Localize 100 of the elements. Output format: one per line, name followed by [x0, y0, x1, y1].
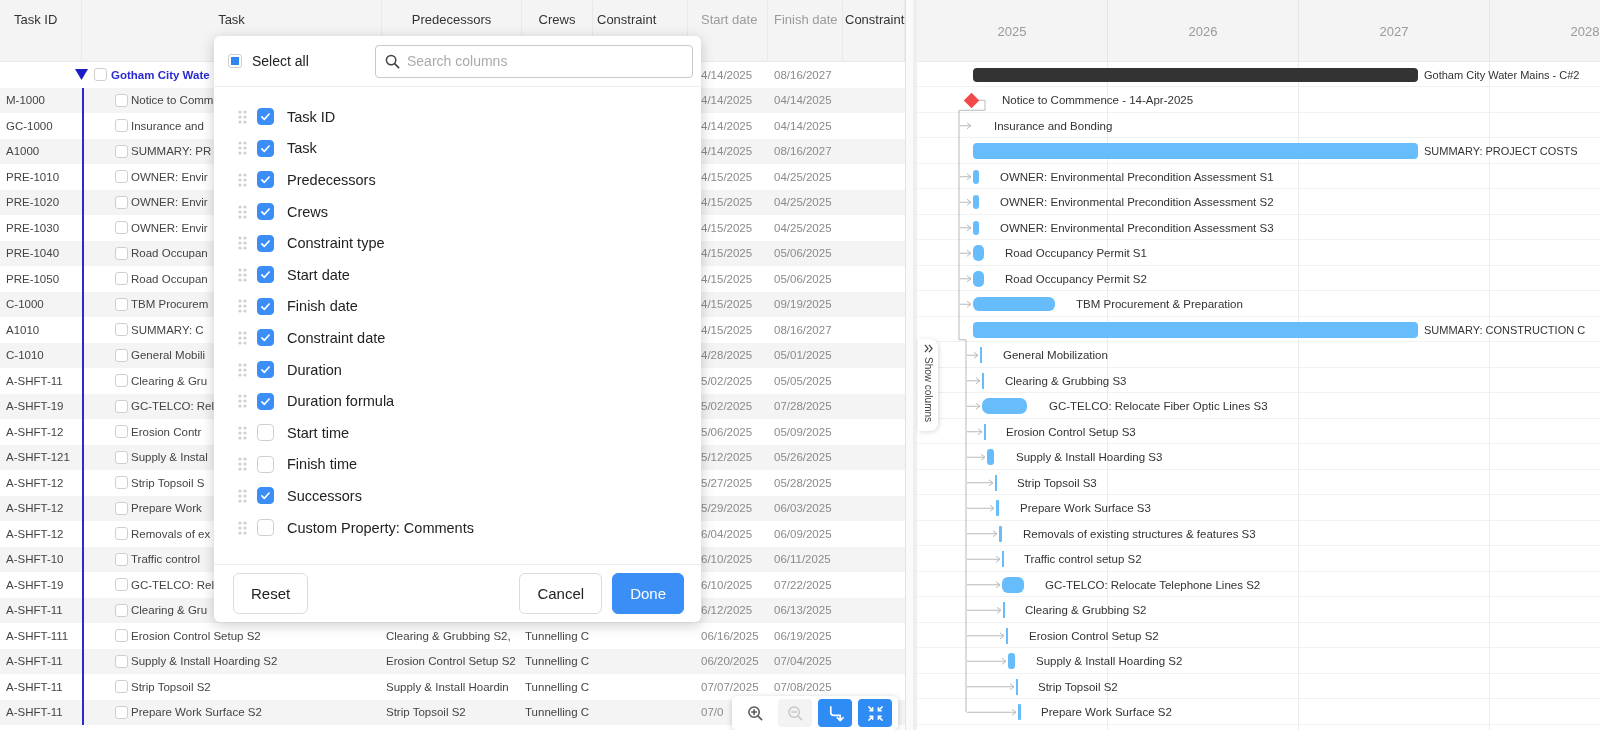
- row-checkbox[interactable]: [115, 144, 128, 158]
- bar-label: OWNER: Environmental Precondition Assessment S2: [1000, 195, 1274, 210]
- pane-splitter[interactable]: [905, 0, 917, 730]
- row-checkbox[interactable]: [115, 603, 128, 617]
- drag-handle-icon[interactable]: [238, 425, 247, 440]
- drag-handle-icon[interactable]: [238, 267, 247, 282]
- row-checkbox[interactable]: [115, 629, 128, 643]
- search-field[interactable]: Search columns: [375, 44, 693, 78]
- drag-handle-icon[interactable]: [238, 394, 247, 409]
- row-checkbox[interactable]: [115, 246, 128, 260]
- dependency-arrow: [959, 249, 972, 257]
- dependency-toggle-button[interactable]: [818, 699, 852, 727]
- finish-date: 05/09/2025: [774, 424, 832, 439]
- row-checkbox[interactable]: [115, 170, 128, 184]
- column-checkbox[interactable]: [257, 266, 274, 284]
- column-checkbox[interactable]: [257, 234, 274, 252]
- project-bar[interactable]: [973, 67, 1418, 82]
- row-checkbox[interactable]: [115, 348, 128, 362]
- task-id: A-SHFT-11: [6, 679, 63, 694]
- column-checkbox[interactable]: [257, 424, 274, 442]
- drag-handle-icon[interactable]: [238, 488, 247, 503]
- row-checkbox[interactable]: [115, 195, 128, 209]
- row-checkbox[interactable]: [115, 450, 128, 464]
- row-checkbox[interactable]: [115, 654, 128, 668]
- predecessors: Erosion Control Setup S2: [386, 654, 516, 669]
- drag-handle-icon[interactable]: [238, 299, 247, 314]
- drag-handle-icon[interactable]: [238, 236, 247, 251]
- task-name: Notice to Comm: [131, 93, 214, 108]
- show-columns-tab[interactable]: Show columns: [918, 339, 938, 431]
- row-checkbox[interactable]: [115, 552, 128, 566]
- secondary-button[interactable]: Cancel: [519, 573, 603, 614]
- secondary-button[interactable]: Reset: [233, 573, 309, 614]
- column-checkbox[interactable]: [257, 361, 274, 379]
- row-checkbox[interactable]: [115, 476, 128, 490]
- drag-handle-icon[interactable]: [238, 173, 247, 187]
- drag-handle-icon[interactable]: [238, 330, 247, 345]
- row-checkbox[interactable]: [115, 93, 128, 107]
- task-bar[interactable]: [996, 500, 999, 517]
- drag-handle-icon[interactable]: [238, 204, 247, 219]
- task-bar[interactable]: [973, 270, 984, 287]
- bar-label: Notice to Commmence - 14-Apr-2025: [1002, 93, 1194, 108]
- column-checkbox[interactable]: [257, 487, 274, 505]
- dependency-arrow: [966, 351, 979, 359]
- row-checkbox[interactable]: [115, 119, 128, 133]
- row-checkbox[interactable]: [115, 374, 128, 388]
- bar-label: General Mobilization: [1003, 348, 1108, 363]
- task-bar[interactable]: [982, 398, 1027, 415]
- drag-handle-icon[interactable]: [238, 457, 247, 472]
- row-checkbox[interactable]: [115, 323, 128, 337]
- row-checkbox[interactable]: [115, 527, 128, 541]
- column-checkbox[interactable]: [257, 108, 274, 126]
- column-checkbox[interactable]: [257, 329, 274, 347]
- row-checkbox[interactable]: [115, 578, 128, 592]
- select-all-checkbox[interactable]: [228, 54, 242, 68]
- task-id: C-1000: [6, 297, 44, 312]
- task-bar[interactable]: [1018, 704, 1021, 721]
- column-checkbox[interactable]: [257, 139, 274, 157]
- drag-handle-icon[interactable]: [238, 362, 247, 377]
- row-checkbox[interactable]: [115, 705, 128, 719]
- column-header[interactable]: Task ID: [14, 12, 58, 28]
- task-bar[interactable]: [973, 245, 984, 262]
- column-header[interactable]: Constraint: [845, 12, 905, 28]
- column-checkbox[interactable]: [257, 297, 274, 315]
- row-checkbox[interactable]: [115, 399, 128, 413]
- fit-button[interactable]: [858, 699, 892, 727]
- column-checkbox[interactable]: [257, 203, 274, 221]
- bar-label: OWNER: Environmental Precondition Assessment S3: [1000, 220, 1274, 235]
- task-bar[interactable]: [973, 297, 1055, 312]
- row-checkbox[interactable]: [94, 68, 107, 82]
- task-bar[interactable]: [987, 449, 994, 466]
- row-checkbox[interactable]: [115, 297, 128, 311]
- row-checkbox[interactable]: [115, 221, 128, 235]
- drag-handle-icon[interactable]: [238, 109, 247, 124]
- summary-bar[interactable]: [973, 143, 1418, 160]
- caret-down-icon[interactable]: [75, 69, 88, 81]
- summary-bar[interactable]: [973, 321, 1418, 338]
- task-bar[interactable]: [999, 525, 1002, 542]
- row-checkbox[interactable]: [115, 272, 128, 286]
- task-id: PRE-1010: [6, 169, 60, 184]
- task-bar[interactable]: [1002, 576, 1024, 593]
- row-checkbox[interactable]: [115, 501, 128, 515]
- column-checkbox[interactable]: [257, 519, 274, 536]
- bar-label: Strip Topsoil S2: [1038, 679, 1118, 694]
- task-id: GC-1000: [6, 118, 53, 133]
- column-header[interactable]: Predecessors: [411, 12, 492, 28]
- task-name: SUMMARY: C: [131, 322, 204, 337]
- task-bar[interactable]: [1008, 653, 1015, 670]
- column-checkbox[interactable]: [257, 171, 274, 189]
- column-header[interactable]: Constraint: [597, 12, 657, 28]
- task-bar[interactable]: [973, 220, 979, 235]
- column-checkbox[interactable]: [257, 455, 274, 473]
- column-header[interactable]: Task: [218, 12, 245, 28]
- row-checkbox[interactable]: [115, 680, 128, 694]
- row-checkbox[interactable]: [115, 425, 128, 439]
- column-checkbox[interactable]: [257, 392, 274, 410]
- drag-handle-icon[interactable]: [238, 141, 247, 156]
- task-bar[interactable]: [973, 169, 979, 184]
- task-bar[interactable]: [973, 195, 979, 210]
- drag-handle-icon[interactable]: [238, 520, 247, 535]
- column-header[interactable]: Crews: [538, 12, 576, 28]
